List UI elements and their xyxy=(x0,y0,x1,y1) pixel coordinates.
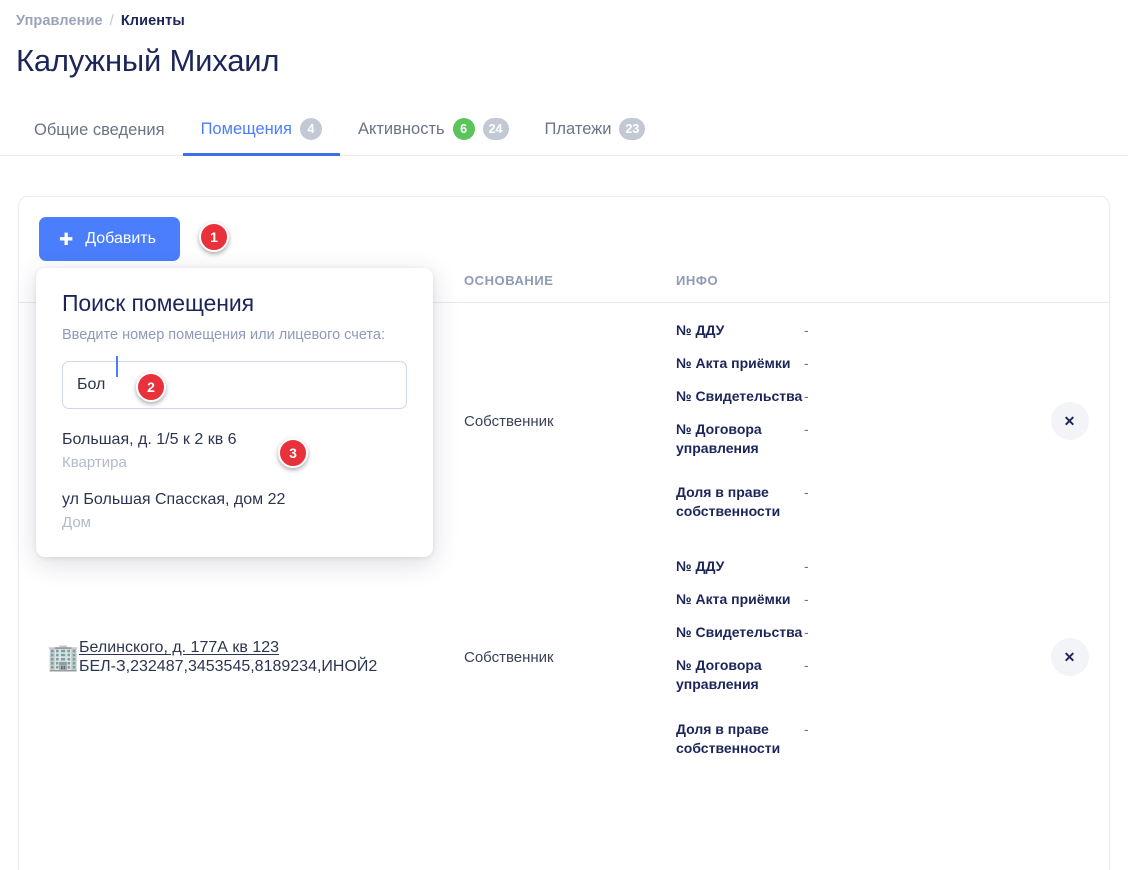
add-button-label: Добавить xyxy=(85,230,156,247)
suggestion-item[interactable]: Большая, д. 1/5 к 2 кв 6 Квартира xyxy=(62,431,407,471)
plus-icon: ✚ xyxy=(59,229,74,249)
info-label: № Свидетельства xyxy=(676,624,803,641)
breadcrumb-current: Клиенты xyxy=(120,13,185,29)
tab-0[interactable]: Общие сведения xyxy=(16,111,183,156)
info-row: № Свидетельства - xyxy=(676,387,1020,406)
info-value: - xyxy=(804,484,809,501)
tab-3[interactable]: Платежи 23 xyxy=(527,108,664,156)
card-toolbar: ✚ Добавить xyxy=(19,197,1109,263)
info-row: № Договора управления - xyxy=(676,656,1020,694)
info-label: № ДДУ xyxy=(676,322,725,338)
info-value: - xyxy=(804,591,809,608)
info-label: № Свидетельства xyxy=(676,387,803,404)
tab-label: Активность xyxy=(357,119,445,138)
address-link[interactable]: Белинского, д. 177А кв 123 xyxy=(79,639,448,657)
info-label: № ДДУ xyxy=(676,558,725,575)
add-button[interactable]: ✚ Добавить xyxy=(39,217,180,261)
search-input[interactable] xyxy=(62,361,407,409)
info-label: № Акта приёмки xyxy=(676,354,791,371)
info-label: № Договора управления xyxy=(676,420,762,456)
search-popup-subtitle: Введите номер помещения или лицевого сче… xyxy=(62,327,385,343)
breadcrumb-separator: / xyxy=(109,13,114,29)
basis-value: Собственник xyxy=(464,412,554,430)
delete-button[interactable]: ✕ xyxy=(1050,638,1089,677)
column-header-basis: ОСНОВАНИЕ xyxy=(456,263,668,303)
suggestion-type: Дом xyxy=(62,514,91,531)
basis-value: Собственник xyxy=(464,648,554,666)
info-value: - xyxy=(804,354,809,371)
info-label: № Договора управления xyxy=(676,656,762,692)
tab-badge: 24 xyxy=(482,118,509,140)
info-value: - xyxy=(804,624,809,641)
info-row: № ДДУ - xyxy=(676,321,1020,340)
account-number: БЕЛ-З,232487,3453545,8189234,ИНОЙ2 xyxy=(79,657,378,675)
info-row: № Свидетельства - xyxy=(676,623,1020,642)
column-header-info: ИНФО xyxy=(668,263,1028,303)
info-list: № ДДУ - № Акта приёмки - № Свидетельства - № Д… xyxy=(676,557,1020,757)
info-row: Доля в праве собственности - xyxy=(676,720,1020,758)
info-list: № ДДУ - № Акта приёмки - № Свидетельства - № Д… xyxy=(676,321,1020,521)
page-title: Калужный Михаил xyxy=(16,43,280,78)
info-row: № Акта приёмки - xyxy=(676,590,1020,609)
tab-badge: 6 xyxy=(452,118,475,140)
tab-badge: 23 xyxy=(619,118,646,140)
tab-label: Общие сведения xyxy=(34,121,165,139)
building-icon: 🏢 xyxy=(47,642,80,673)
table-row: 🏢 Белинского, д. 177А кв 123 БЕЛ-З,232487,… xyxy=(19,539,1109,775)
breadcrumb-parent[interactable]: Управление xyxy=(16,13,103,29)
info-label: Доля в праве собственности xyxy=(676,484,781,520)
annotation-marker-3: 3 xyxy=(278,438,308,468)
search-popup: Поиск помещения Введите номер помещения … xyxy=(36,268,433,557)
info-label: Доля в праве собственности xyxy=(676,720,781,756)
info-row: № Акта приёмки - xyxy=(676,354,1020,373)
delete-button[interactable]: ✕ xyxy=(1050,402,1089,441)
tab-label: Платежи xyxy=(544,119,612,138)
tab-badge: 4 xyxy=(299,118,322,140)
info-value: - xyxy=(804,387,809,404)
suggestion-type: Квартира xyxy=(62,454,127,471)
info-row: Доля в праве собственности - xyxy=(676,483,1020,521)
info-value: - xyxy=(804,558,809,575)
suggestion-address: Большая, д. 1/5 к 2 кв 6 xyxy=(62,431,237,448)
breadcrumb: Управление / Клиенты xyxy=(0,0,1128,29)
info-row: № Договора управления - xyxy=(676,420,1020,458)
info-value: - xyxy=(804,322,809,338)
suggestion-address: ул Большая Спасская, дом 22 xyxy=(62,491,286,508)
info-value: - xyxy=(804,420,809,437)
info-value: - xyxy=(804,656,809,673)
info-value: - xyxy=(804,720,809,737)
tab-label: Помещения xyxy=(200,119,292,138)
tab-bar: Общие сведения Помещения 4 Активность 6 24 Пла… xyxy=(0,108,1128,156)
info-row: № ДДУ - xyxy=(676,557,1020,576)
annotation-marker-1: 1 xyxy=(199,222,229,252)
tab-1[interactable]: Помещения 4 xyxy=(182,108,340,156)
info-label: № Акта приёмки xyxy=(676,591,791,608)
search-popup-title: Поиск помещения xyxy=(62,290,254,316)
annotation-marker-2: 2 xyxy=(136,372,166,402)
column-header-actions xyxy=(1028,263,1109,303)
tab-2[interactable]: Активность 6 24 xyxy=(340,108,527,156)
text-caret xyxy=(116,356,118,377)
suggestion-item[interactable]: ул Большая Спасская, дом 22 Дом xyxy=(62,491,407,531)
